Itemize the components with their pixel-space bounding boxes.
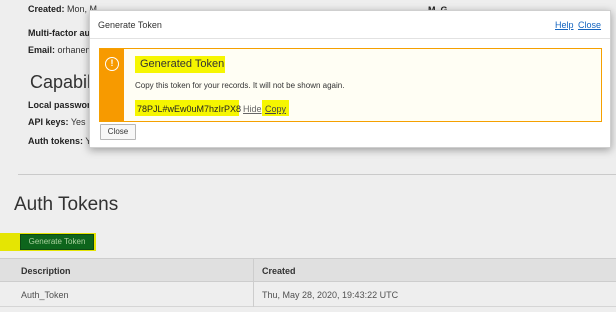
close-button[interactable]: Close	[100, 124, 136, 140]
dialog-header: Generate Token Help Close	[90, 11, 610, 39]
token-value[interactable]: 78PJL#wEw0uM7hzIrPX8	[137, 104, 241, 114]
copy-token-link[interactable]: Copy	[265, 104, 286, 114]
close-link[interactable]: Close	[578, 20, 601, 30]
hide-token-link[interactable]: Hide	[243, 104, 262, 114]
alert-title: Generated Token	[140, 58, 225, 70]
alert-message: Copy this token for your records. It wil…	[135, 81, 345, 90]
alert-accent-bar: !	[100, 49, 124, 121]
help-link[interactable]: Help	[555, 20, 574, 30]
exclamation-icon: !	[105, 57, 119, 71]
dialog-title: Generate Token	[98, 20, 162, 30]
generated-token-alert: ! Generated Token Copy this token for yo…	[99, 48, 602, 122]
generate-token-dialog: Generate Token Help Close ! Generated To…	[89, 10, 611, 148]
